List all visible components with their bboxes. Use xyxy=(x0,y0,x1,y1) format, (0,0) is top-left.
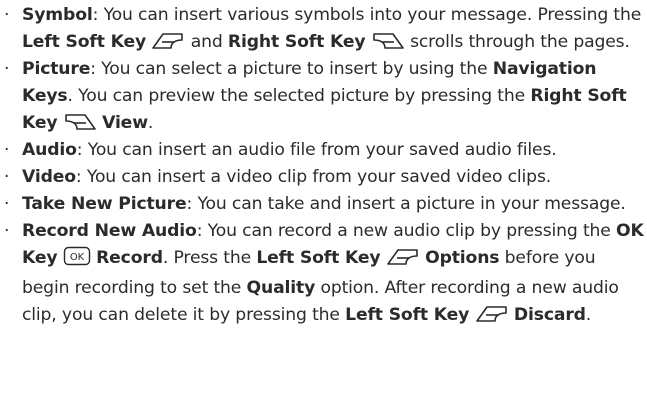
list-item-picture: · Picture: You can select a picture to i… xyxy=(0,56,647,137)
key-name: Left Soft Key xyxy=(22,32,147,52)
item-text: : You can record a new audio clip by pre… xyxy=(196,221,617,241)
key-name: Record xyxy=(96,248,163,268)
item-text: : You can select a picture to insert by … xyxy=(90,59,493,79)
ok-key-glyph: OK xyxy=(70,252,85,263)
list-item-symbol: · Symbol: You can insert various symbols… xyxy=(0,2,647,56)
item-text: . Press the xyxy=(162,248,257,268)
item-text: : You can insert an audio file from your… xyxy=(76,140,557,160)
left-soft-key-icon xyxy=(151,31,185,51)
term-record-new-audio: Record New Audio xyxy=(22,221,197,241)
term-take-new-picture: Take New Picture xyxy=(22,194,187,214)
term-video: Video xyxy=(22,167,76,187)
key-name: Left Soft Key xyxy=(256,248,381,268)
manual-page: · Symbol: You can insert various symbols… xyxy=(0,0,647,411)
list-item-record-new-audio: · Record New Audio: You can record a new… xyxy=(0,218,647,329)
bullet: · xyxy=(4,194,10,214)
right-soft-key-icon xyxy=(63,112,97,132)
item-text: . xyxy=(147,113,154,133)
bullet: · xyxy=(4,167,10,187)
left-soft-key-icon xyxy=(475,304,509,324)
item-text: and xyxy=(185,32,228,52)
item-text: : You can insert various symbols into yo… xyxy=(92,5,642,25)
right-soft-key-icon xyxy=(371,31,405,51)
key-name: View xyxy=(102,113,148,133)
item-text: : You can take and insert a picture in y… xyxy=(186,194,626,214)
item-text: : You can insert a video clip from your … xyxy=(75,167,552,187)
left-soft-key-icon xyxy=(386,247,420,267)
term-symbol: Symbol xyxy=(22,5,93,25)
key-name: Left Soft Key xyxy=(345,305,470,325)
bullet: · xyxy=(4,59,10,79)
term-picture: Picture xyxy=(22,59,91,79)
key-name: Right Soft Key xyxy=(227,32,366,52)
bullet: · xyxy=(4,221,10,241)
option-list: · Symbol: You can insert various symbols… xyxy=(0,0,647,329)
key-name: Discard xyxy=(513,305,586,325)
key-name: Options xyxy=(425,248,500,268)
list-item-audio: · Audio: You can insert an audio file fr… xyxy=(0,137,647,164)
item-text: scrolls through the pages. xyxy=(404,32,630,52)
item-text: . You can preview the selected picture b… xyxy=(67,86,531,106)
list-item-video: · Video: You can insert a video clip fro… xyxy=(0,164,647,191)
bullet: · xyxy=(4,5,10,25)
bullet: · xyxy=(4,140,10,160)
ok-key-icon: OK xyxy=(63,246,91,275)
term-audio: Audio xyxy=(22,140,77,160)
item-text: . xyxy=(585,305,592,325)
list-item-take-new-picture: · Take New Picture: You can take and ins… xyxy=(0,191,647,218)
key-name: Quality xyxy=(246,278,316,298)
